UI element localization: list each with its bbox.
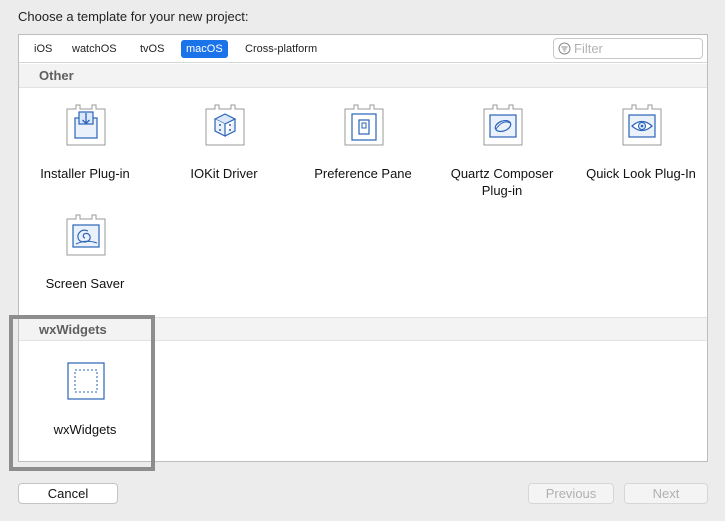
quick-look-icon <box>622 104 662 146</box>
template-label: Quartz Composer Plug-in <box>450 166 554 198</box>
previous-button[interactable]: Previous <box>528 483 614 504</box>
platform-tab-bar: iOS watchOS tvOS macOS Cross-platform <box>19 35 707 63</box>
tab-ios[interactable]: iOS <box>29 40 57 58</box>
screen-saver-icon <box>66 214 106 256</box>
template-label: Quick Look Plug-In <box>586 166 696 181</box>
template-preference-pane[interactable]: Preference Pane <box>301 103 425 211</box>
template-installer-plugin[interactable]: Installer Plug-in <box>23 103 147 211</box>
filter-field[interactable] <box>553 38 703 59</box>
template-quick-look-plugin[interactable]: Quick Look Plug-In <box>579 103 703 211</box>
dialog-heading: Choose a template for your new project: <box>18 9 249 24</box>
selection-highlight-box <box>9 315 155 471</box>
template-label: Screen Saver <box>45 276 125 291</box>
template-iokit-driver[interactable]: IOKit Driver <box>162 103 286 211</box>
template-label: IOKit Driver <box>190 166 258 181</box>
next-button[interactable]: Next <box>624 483 708 504</box>
template-label: Installer Plug-in <box>40 166 130 181</box>
template-label: Preference Pane <box>314 166 412 181</box>
filter-icon <box>558 42 571 55</box>
cancel-button[interactable]: Cancel <box>18 483 118 504</box>
tab-watchos[interactable]: watchOS <box>67 40 122 58</box>
tab-macos[interactable]: macOS <box>181 40 228 58</box>
filter-input[interactable] <box>574 40 698 57</box>
section-header-other: Other <box>19 64 707 88</box>
template-screen-saver[interactable]: Screen Saver <box>23 213 147 321</box>
installer-plugin-icon <box>66 104 106 146</box>
preference-pane-icon <box>344 104 384 146</box>
quartz-composer-icon <box>483 104 523 146</box>
new-project-dialog: Choose a template for your new project: … <box>0 0 725 521</box>
tab-cross-platform[interactable]: Cross-platform <box>240 40 322 58</box>
iokit-driver-icon <box>205 104 245 146</box>
template-quartz-composer-plugin[interactable]: Quartz Composer Plug-in <box>440 103 564 211</box>
tab-tvos[interactable]: tvOS <box>135 40 169 58</box>
